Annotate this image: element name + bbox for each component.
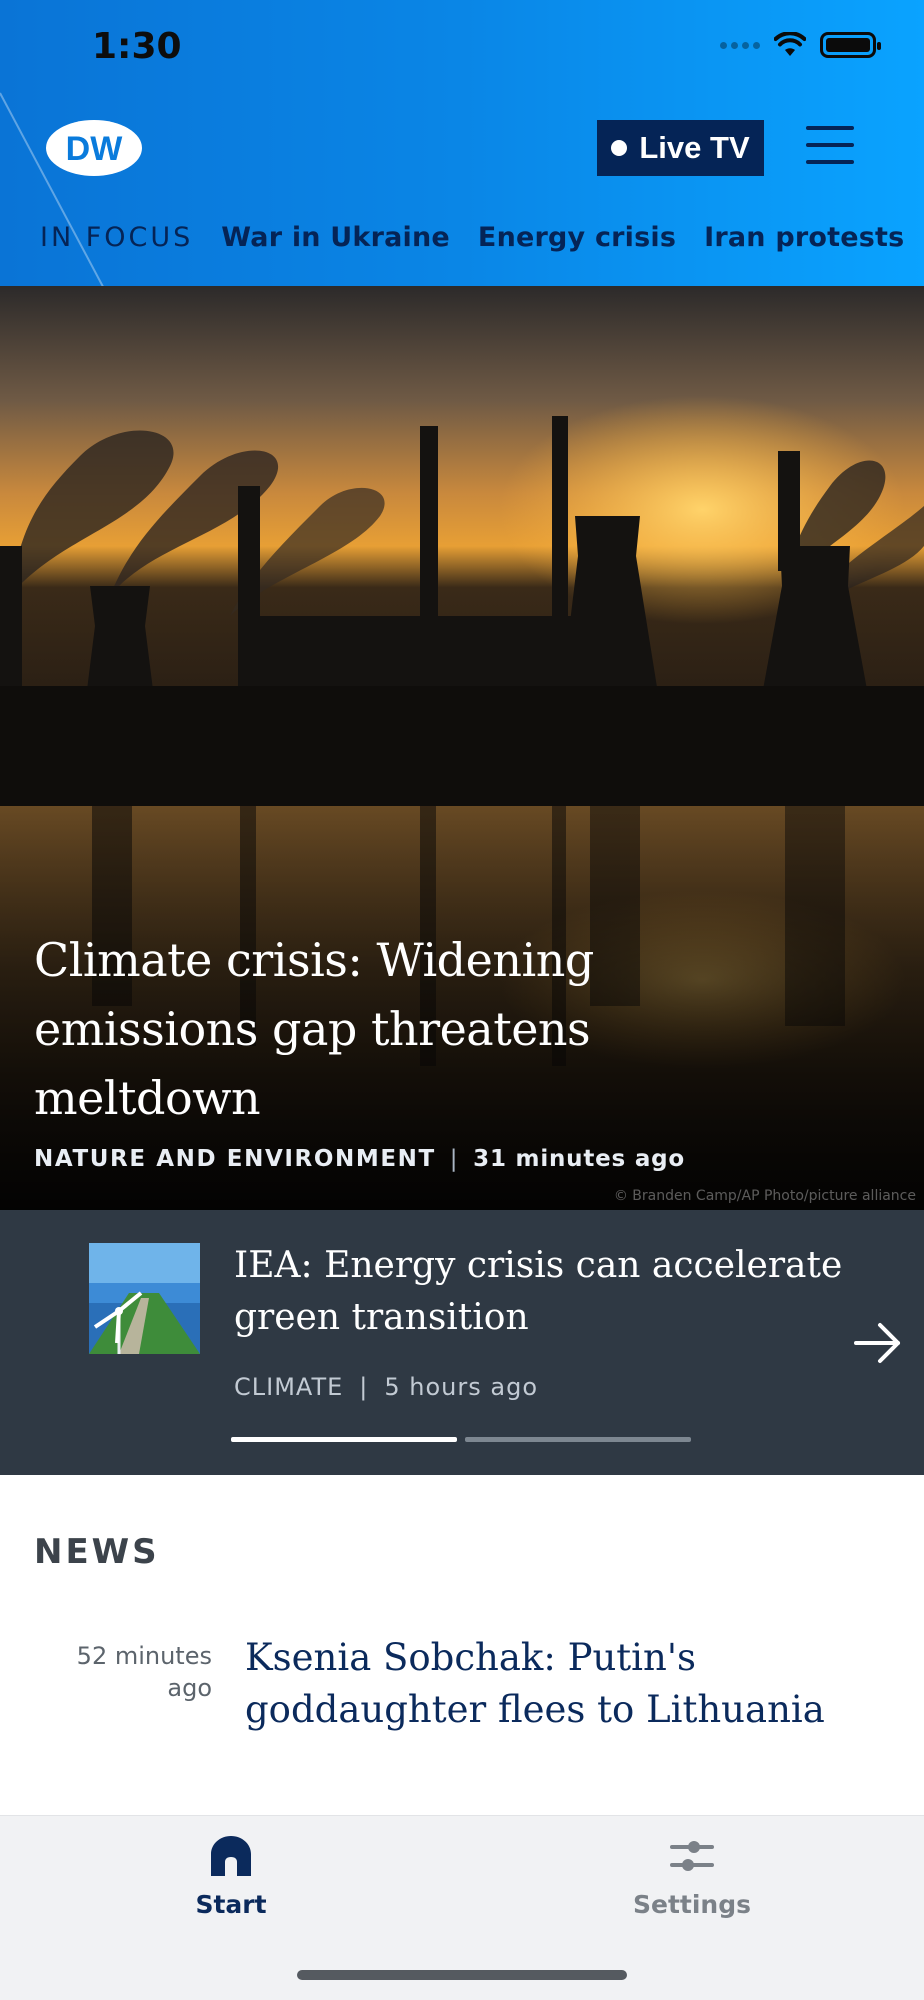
card-meta: CLIMATE | 5 hours ago	[234, 1373, 538, 1401]
carousel-progress-segment-active[interactable]	[231, 1437, 457, 1442]
tab-start[interactable]: Start	[131, 1816, 331, 1919]
svg-text:DW: DW	[66, 130, 124, 168]
status-time: 1:30	[92, 26, 182, 67]
dw-logo[interactable]: DW	[44, 118, 144, 178]
wifi-icon	[774, 32, 806, 56]
cellular-signal-icon	[720, 41, 760, 49]
live-tv-button[interactable]: Live TV	[597, 120, 764, 176]
news-item-time: 52 minutes ago	[76, 1642, 212, 1702]
in-focus-label: IN FOCUS	[40, 222, 194, 253]
news-item-title[interactable]: Ksenia Sobchak: Putin's goddaughter flee…	[245, 1632, 885, 1736]
live-tv-label: Live TV	[639, 130, 750, 165]
card-title[interactable]: IEA: Energy crisis can accelerate green …	[234, 1240, 854, 1344]
tab-settings-label: Settings	[632, 1890, 751, 1919]
focus-link-energy[interactable]: Energy crisis	[478, 222, 676, 253]
hero-article[interactable]: Climate crisis: Widening emissions gap t…	[0, 286, 924, 1210]
home-indicator[interactable]	[297, 1970, 627, 1980]
card-thumbnail	[89, 1243, 200, 1354]
app-header: 1:30 DW Live TV IN FOCUS War in Ukraine …	[0, 0, 924, 286]
card-time: 5 hours ago	[384, 1373, 539, 1401]
live-dot-icon	[611, 140, 628, 156]
featured-carousel-card[interactable]: IEA: Energy crisis can accelerate green …	[0, 1210, 924, 1475]
home-icon	[211, 1836, 251, 1876]
card-category: CLIMATE	[234, 1373, 344, 1401]
sliders-icon	[670, 1841, 714, 1871]
hero-time: 31 minutes ago	[473, 1146, 686, 1172]
card-separator: |	[359, 1373, 369, 1401]
in-focus-bar: IN FOCUS War in Ukraine Energy crisis Ir…	[40, 222, 904, 253]
focus-link-ukraine[interactable]: War in Ukraine	[221, 222, 450, 253]
arrow-right-icon[interactable]	[852, 1318, 904, 1368]
carousel-progress	[231, 1437, 691, 1442]
hero-meta: NATURE AND ENVIRONMENT | 31 minutes ago	[34, 1146, 685, 1172]
hero-image-credit: © Branden Camp/AP Photo/picture alliance	[613, 1188, 916, 1204]
tab-start-label: Start	[195, 1890, 267, 1919]
carousel-progress-segment[interactable]	[465, 1437, 691, 1442]
hamburger-menu-icon[interactable]	[806, 126, 854, 166]
tab-settings[interactable]: Settings	[592, 1816, 792, 1919]
hero-title[interactable]: Climate crisis: Widening emissions gap t…	[34, 926, 734, 1133]
status-icons	[720, 32, 881, 58]
hero-separator: |	[449, 1146, 460, 1172]
hero-category: NATURE AND ENVIRONMENT	[34, 1146, 436, 1172]
battery-icon	[820, 32, 881, 58]
focus-link-iran[interactable]: Iran protests	[704, 222, 904, 253]
news-heading: NEWS	[34, 1532, 160, 1572]
